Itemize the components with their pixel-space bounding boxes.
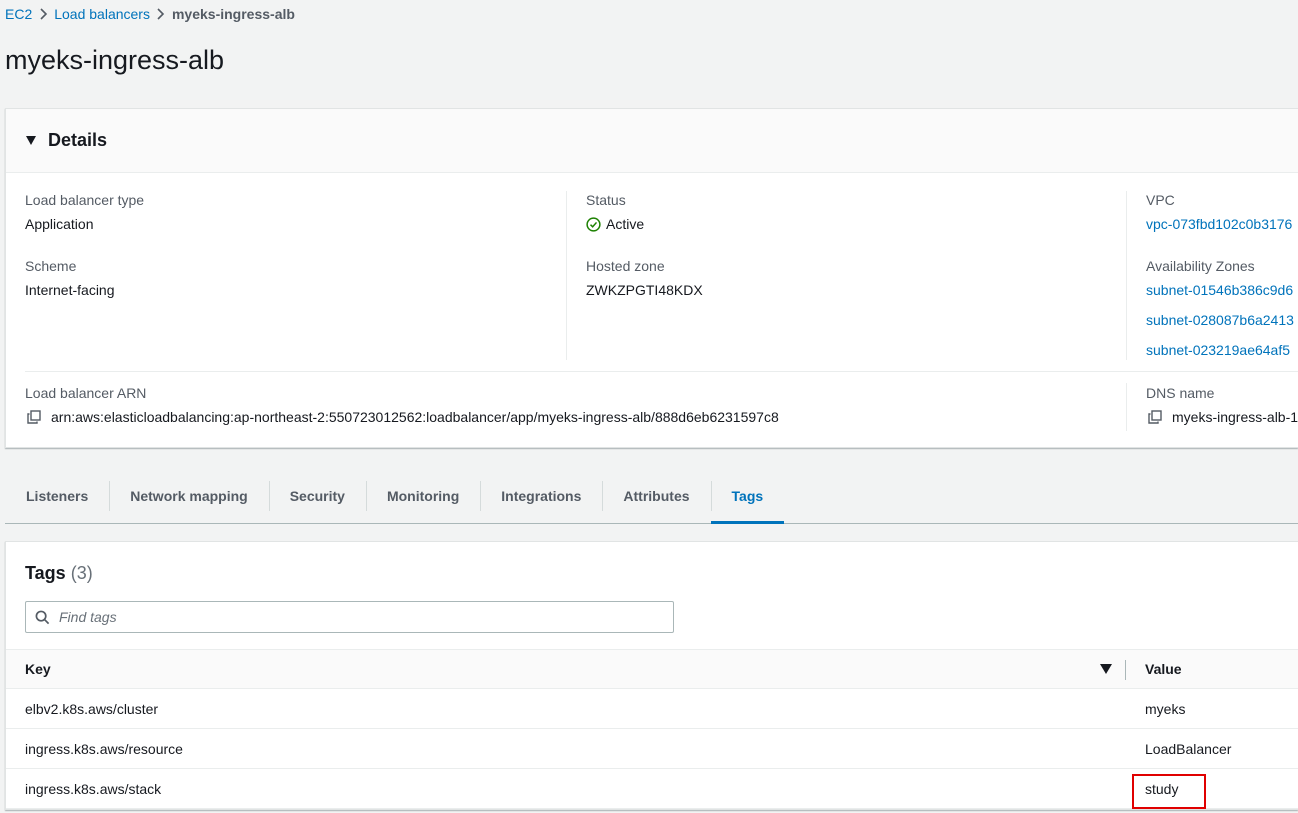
breadcrumb: EC2 Load balancers myeks-ingress-alb (5, 6, 295, 22)
copy-icon[interactable] (1148, 410, 1162, 424)
tag-key: ingress.k8s.aws/resource (25, 741, 183, 757)
subnet-link[interactable]: subnet-028087b6a2413 (1146, 310, 1294, 330)
arn-value-row: arn:aws:elasticloadbalancing:ap-northeas… (25, 407, 779, 427)
table-row: elbv2.k8s.aws/cluster myeks (6, 689, 1298, 729)
tab-integrations[interactable]: Integrations (480, 469, 602, 523)
subnet-link[interactable]: subnet-01546b386c9d6 (1146, 280, 1294, 300)
details-title: Details (48, 130, 108, 150)
hosted-zone-label: Hosted zone (586, 258, 665, 274)
lb-type-value: Application (25, 216, 94, 232)
dns-label: DNS name (1146, 385, 1215, 401)
caret-down-icon (26, 136, 36, 145)
dns-value: myeks-ingress-alb-1 (1172, 409, 1298, 425)
column-header-key[interactable]: Key (25, 661, 51, 677)
row-divider (25, 371, 1298, 372)
tags-count: (3) (70, 563, 93, 583)
hosted-zone-field: Hosted zone ZWKZPGTI48KDX (586, 256, 703, 300)
scheme-value: Internet-facing (25, 282, 115, 298)
breadcrumb-load-balancers-link[interactable]: Load balancers (54, 6, 150, 22)
tag-key: ingress.k8s.aws/stack (25, 781, 162, 797)
subnet-link[interactable]: subnet-023219ae64af5 (1146, 340, 1294, 360)
tag-key: elbv2.k8s.aws/cluster (25, 701, 159, 717)
scheme-label: Scheme (25, 258, 77, 274)
tab-attributes[interactable]: Attributes (602, 469, 710, 523)
tags-table-header: Key Value (6, 649, 1298, 689)
dns-value-row: myeks-ingress-alb-1 (1146, 407, 1298, 427)
status-value: Active (586, 214, 644, 234)
tab-bar: Listeners Network mapping Security Monit… (5, 469, 1298, 524)
arn-value: arn:aws:elasticloadbalancing:ap-northeas… (51, 409, 779, 425)
breadcrumb-current: myeks-ingress-alb (171, 6, 295, 22)
tab-monitoring[interactable]: Monitoring (365, 469, 480, 523)
column-divider (1126, 191, 1127, 360)
search-icon (35, 610, 50, 624)
tags-title: Tags (3) (25, 563, 93, 584)
status-text: Active (606, 216, 645, 232)
status-field: Status Active (586, 190, 644, 234)
availability-zones-label: Availability Zones (1146, 258, 1255, 274)
sort-descending-icon[interactable] (1100, 664, 1112, 674)
highlight-box (1132, 774, 1206, 809)
vpc-link[interactable]: vpc-073fbd102c0b3176 (1146, 214, 1292, 234)
status-label: Status (586, 192, 626, 208)
column-header-value[interactable]: Value (1145, 661, 1182, 677)
tab-network-mapping[interactable]: Network mapping (109, 469, 268, 523)
availability-zones-field: Availability Zones subnet-01546b386c9d6 … (1146, 256, 1294, 360)
tab-security[interactable]: Security (268, 469, 366, 523)
tag-value: LoadBalancer (1145, 741, 1232, 757)
arn-label: Load balancer ARN (25, 385, 147, 401)
lb-type-label: Load balancer type (25, 192, 145, 208)
check-circle-icon (586, 216, 601, 232)
tab-tags[interactable]: Tags (710, 469, 785, 524)
vpc-label: VPC (1146, 192, 1175, 208)
table-row: ingress.k8s.aws/resource LoadBalancer (6, 729, 1298, 769)
details-panel: Details Load balancer type Application S… (5, 108, 1298, 448)
tags-title-text: Tags (25, 563, 66, 583)
arn-field: Load balancer ARN arn:aws:elasticloadbal… (25, 383, 779, 427)
scheme-field: Scheme Internet-facing (25, 256, 115, 300)
table-row: ingress.k8s.aws/stack study (6, 769, 1298, 809)
hosted-zone-value: ZWKZPGTI48KDX (586, 282, 703, 298)
dns-field: DNS name myeks-ingress-alb-1 (1146, 383, 1298, 427)
copy-icon[interactable] (27, 410, 41, 424)
column-resizer[interactable] (1125, 660, 1126, 680)
page-title: myeks-ingress-alb (5, 45, 225, 75)
vpc-field: VPC vpc-073fbd102c0b3176 (1146, 190, 1292, 234)
breadcrumb-ec2-link[interactable]: EC2 (5, 6, 32, 22)
tag-value: myeks (1145, 701, 1186, 717)
chevron-right-icon (32, 6, 54, 22)
find-tags-search[interactable] (25, 601, 674, 633)
find-tags-input[interactable] (59, 609, 649, 625)
tags-panel: Tags (3) Key Value elbv2.k8s.aws/cluster… (5, 541, 1298, 810)
chevron-right-icon (150, 6, 172, 22)
lb-type-field: Load balancer type Application (25, 190, 144, 234)
tab-listeners[interactable]: Listeners (5, 469, 109, 523)
details-header[interactable]: Details (6, 109, 1298, 173)
column-divider (1126, 383, 1127, 431)
column-divider (566, 191, 567, 360)
